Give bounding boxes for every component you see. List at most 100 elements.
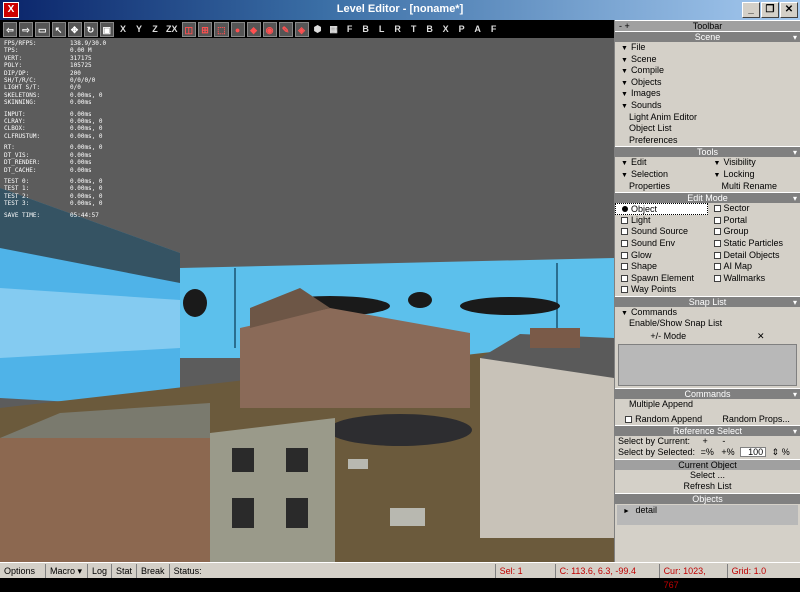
edit-mode-static-particles[interactable]: Static Particles [708, 238, 800, 250]
menu-compile[interactable]: ▼Compile [615, 65, 800, 77]
edit-mode-glow[interactable]: Glow [615, 250, 708, 262]
tools-section-header[interactable]: Tools▾ [615, 146, 800, 157]
log-button[interactable]: Log [88, 564, 112, 578]
edit-mode-sound-env[interactable]: Sound Env [615, 238, 708, 250]
scene-section-header[interactable]: Scene▾ [615, 31, 800, 42]
snap-normal-icon[interactable]: ✎ [279, 22, 293, 37]
redo-icon[interactable]: ⇨ [19, 22, 33, 37]
snap-object-icon[interactable]: ⊞ [198, 22, 212, 37]
snap-mode-button[interactable]: +/- Mode [650, 330, 686, 342]
snap-grid-icon[interactable]: ◫ [182, 22, 197, 37]
edit-mode-section-header[interactable]: Edit Mode▾ [615, 192, 800, 203]
view-reset-button[interactable]: X [439, 22, 453, 37]
percent-spin-icon[interactable]: ⇕ [772, 447, 780, 457]
menu-objects[interactable]: ▼Objects [615, 77, 800, 89]
menu-file[interactable]: ▼File [615, 42, 800, 54]
view-front-button[interactable]: F [343, 22, 357, 37]
edit-mode-spawn-element[interactable]: Spawn Element [615, 273, 708, 285]
menu-locking[interactable]: ▼Locking [708, 169, 800, 181]
object-list-button[interactable]: Object List [615, 123, 800, 135]
edit-mode-ai-map[interactable]: AI Map [708, 261, 800, 273]
move-icon[interactable]: ✥ [68, 22, 82, 37]
reference-select-section-header[interactable]: Reference Select▾ [615, 425, 800, 436]
macro-menu[interactable]: Macro ▾ [46, 564, 88, 578]
snap-vertex-icon[interactable]: ◉ [263, 22, 277, 37]
snap-grid2-icon[interactable]: ◈ [295, 22, 309, 37]
select-current-minus-button[interactable]: - [722, 436, 725, 446]
edit-mode-detail-objects[interactable]: Detail Objects [708, 250, 800, 262]
zoom-extent-icon[interactable]: ▦ [327, 22, 341, 37]
edit-mode-way-points[interactable]: Way Points [615, 284, 708, 296]
snap-list-box[interactable] [618, 344, 797, 386]
menu-visibility[interactable]: ▼Visibility [708, 157, 800, 169]
objects-section-header[interactable]: Objects [615, 493, 800, 504]
camera-fly-button[interactable]: F [487, 22, 501, 37]
edit-mode-light[interactable]: Light [615, 215, 708, 227]
snap-move-icon[interactable]: ● [231, 22, 245, 37]
menu-scene[interactable]: ▼Scene [615, 54, 800, 66]
edit-mode-sound-source[interactable]: Sound Source [615, 226, 708, 238]
select-object-button[interactable]: Select ... [615, 470, 800, 482]
rotate-icon[interactable]: ↻ [84, 22, 98, 37]
move-cursor-icon[interactable]: ↖ [52, 22, 66, 37]
percent-input[interactable]: 100 [740, 447, 766, 457]
snap-clear-button[interactable]: ✕ [757, 330, 765, 342]
snap-angle-icon[interactable]: ⬚ [214, 22, 229, 37]
view-right-button[interactable]: R [391, 22, 405, 37]
axis-zx-button[interactable]: ZX [164, 22, 180, 37]
commands-section-header[interactable]: Commands▾ [615, 388, 800, 399]
edit-mode-wallmarks[interactable]: Wallmarks [708, 273, 800, 285]
axis-y-button[interactable]: Y [132, 22, 146, 37]
maximize-button[interactable]: ❐ [761, 2, 779, 18]
select-current-plus-button[interactable]: + [703, 436, 708, 446]
minimize-button[interactable]: _ [742, 2, 760, 18]
menu-selection[interactable]: ▼Selection [615, 169, 708, 181]
edit-mode-sector[interactable]: Sector [708, 203, 800, 215]
3d-viewport[interactable]: FPS/RFPS:138.9/30.0TPS:0.00 MVERT:317175… [0, 38, 614, 562]
camera-arcball-button[interactable]: A [471, 22, 485, 37]
scale-icon[interactable]: ▣ [100, 22, 115, 37]
menu-images[interactable]: ▼Images [615, 88, 800, 100]
multiple-append-button[interactable]: Multiple Append [615, 399, 800, 411]
select-equal-percent-button[interactable]: =% [701, 447, 714, 457]
snap-commands-menu[interactable]: ▼Commands [615, 307, 800, 319]
undo-icon[interactable]: ⇦ [3, 22, 17, 37]
zoom-icon[interactable]: ⬢ [311, 22, 325, 37]
select-plus-percent-button[interactable]: +% [721, 447, 734, 457]
view-bottom-button[interactable]: B [423, 22, 437, 37]
view-top-button[interactable]: T [407, 22, 421, 37]
view-back-button[interactable]: B [359, 22, 373, 37]
current-object-section-header[interactable]: Current Object [615, 459, 800, 470]
close-button[interactable]: ✕ [780, 2, 798, 18]
axis-x-button[interactable]: X [116, 22, 130, 37]
expand-arrow-icon[interactable]: ► [623, 508, 630, 515]
tree-item-detail[interactable]: ► detail [617, 505, 798, 517]
random-append-checkbox[interactable]: Random Append [625, 413, 702, 425]
menu-sounds[interactable]: ▼Sounds [615, 100, 800, 112]
chevron-down-icon: ▼ [621, 45, 628, 52]
select-icon[interactable]: ▭ [35, 22, 50, 37]
edit-mode-object[interactable]: Object [615, 203, 708, 215]
refresh-list-button[interactable]: Refresh List [615, 481, 800, 493]
stat-row: SKINNING:0.00ms [4, 99, 106, 106]
multi-rename-button[interactable]: Multi Rename [708, 181, 800, 193]
snap-list-section-header[interactable]: Snap List▾ [615, 296, 800, 307]
properties-button[interactable]: Properties [615, 181, 708, 193]
preferences-button[interactable]: Preferences [615, 135, 800, 147]
edit-mode-group[interactable]: Group [708, 226, 800, 238]
edit-mode-shape[interactable]: Shape [615, 261, 708, 273]
view-left-button[interactable]: L [375, 22, 389, 37]
camera-perspective-button[interactable]: P [455, 22, 469, 37]
axis-z-button[interactable]: Z [148, 22, 162, 37]
edit-mode-portal[interactable]: Portal [708, 215, 800, 227]
enable-snap-list-button[interactable]: Enable/Show Snap List [615, 318, 800, 330]
stat-button[interactable]: Stat [112, 564, 137, 578]
options-menu[interactable]: Options ▾ [0, 564, 46, 578]
menu-edit[interactable]: ▼Edit [615, 157, 708, 169]
snap-scale-icon[interactable]: ◆ [247, 22, 261, 37]
stat-key: DT_RENDER: [4, 159, 70, 166]
stat-row: SH/T/R/C:0/0/0/0 [4, 77, 106, 84]
random-props-button[interactable]: Random Props... [722, 413, 790, 425]
light-anim-editor-button[interactable]: Light Anim Editor [615, 112, 800, 124]
break-button[interactable]: Break [137, 564, 170, 578]
